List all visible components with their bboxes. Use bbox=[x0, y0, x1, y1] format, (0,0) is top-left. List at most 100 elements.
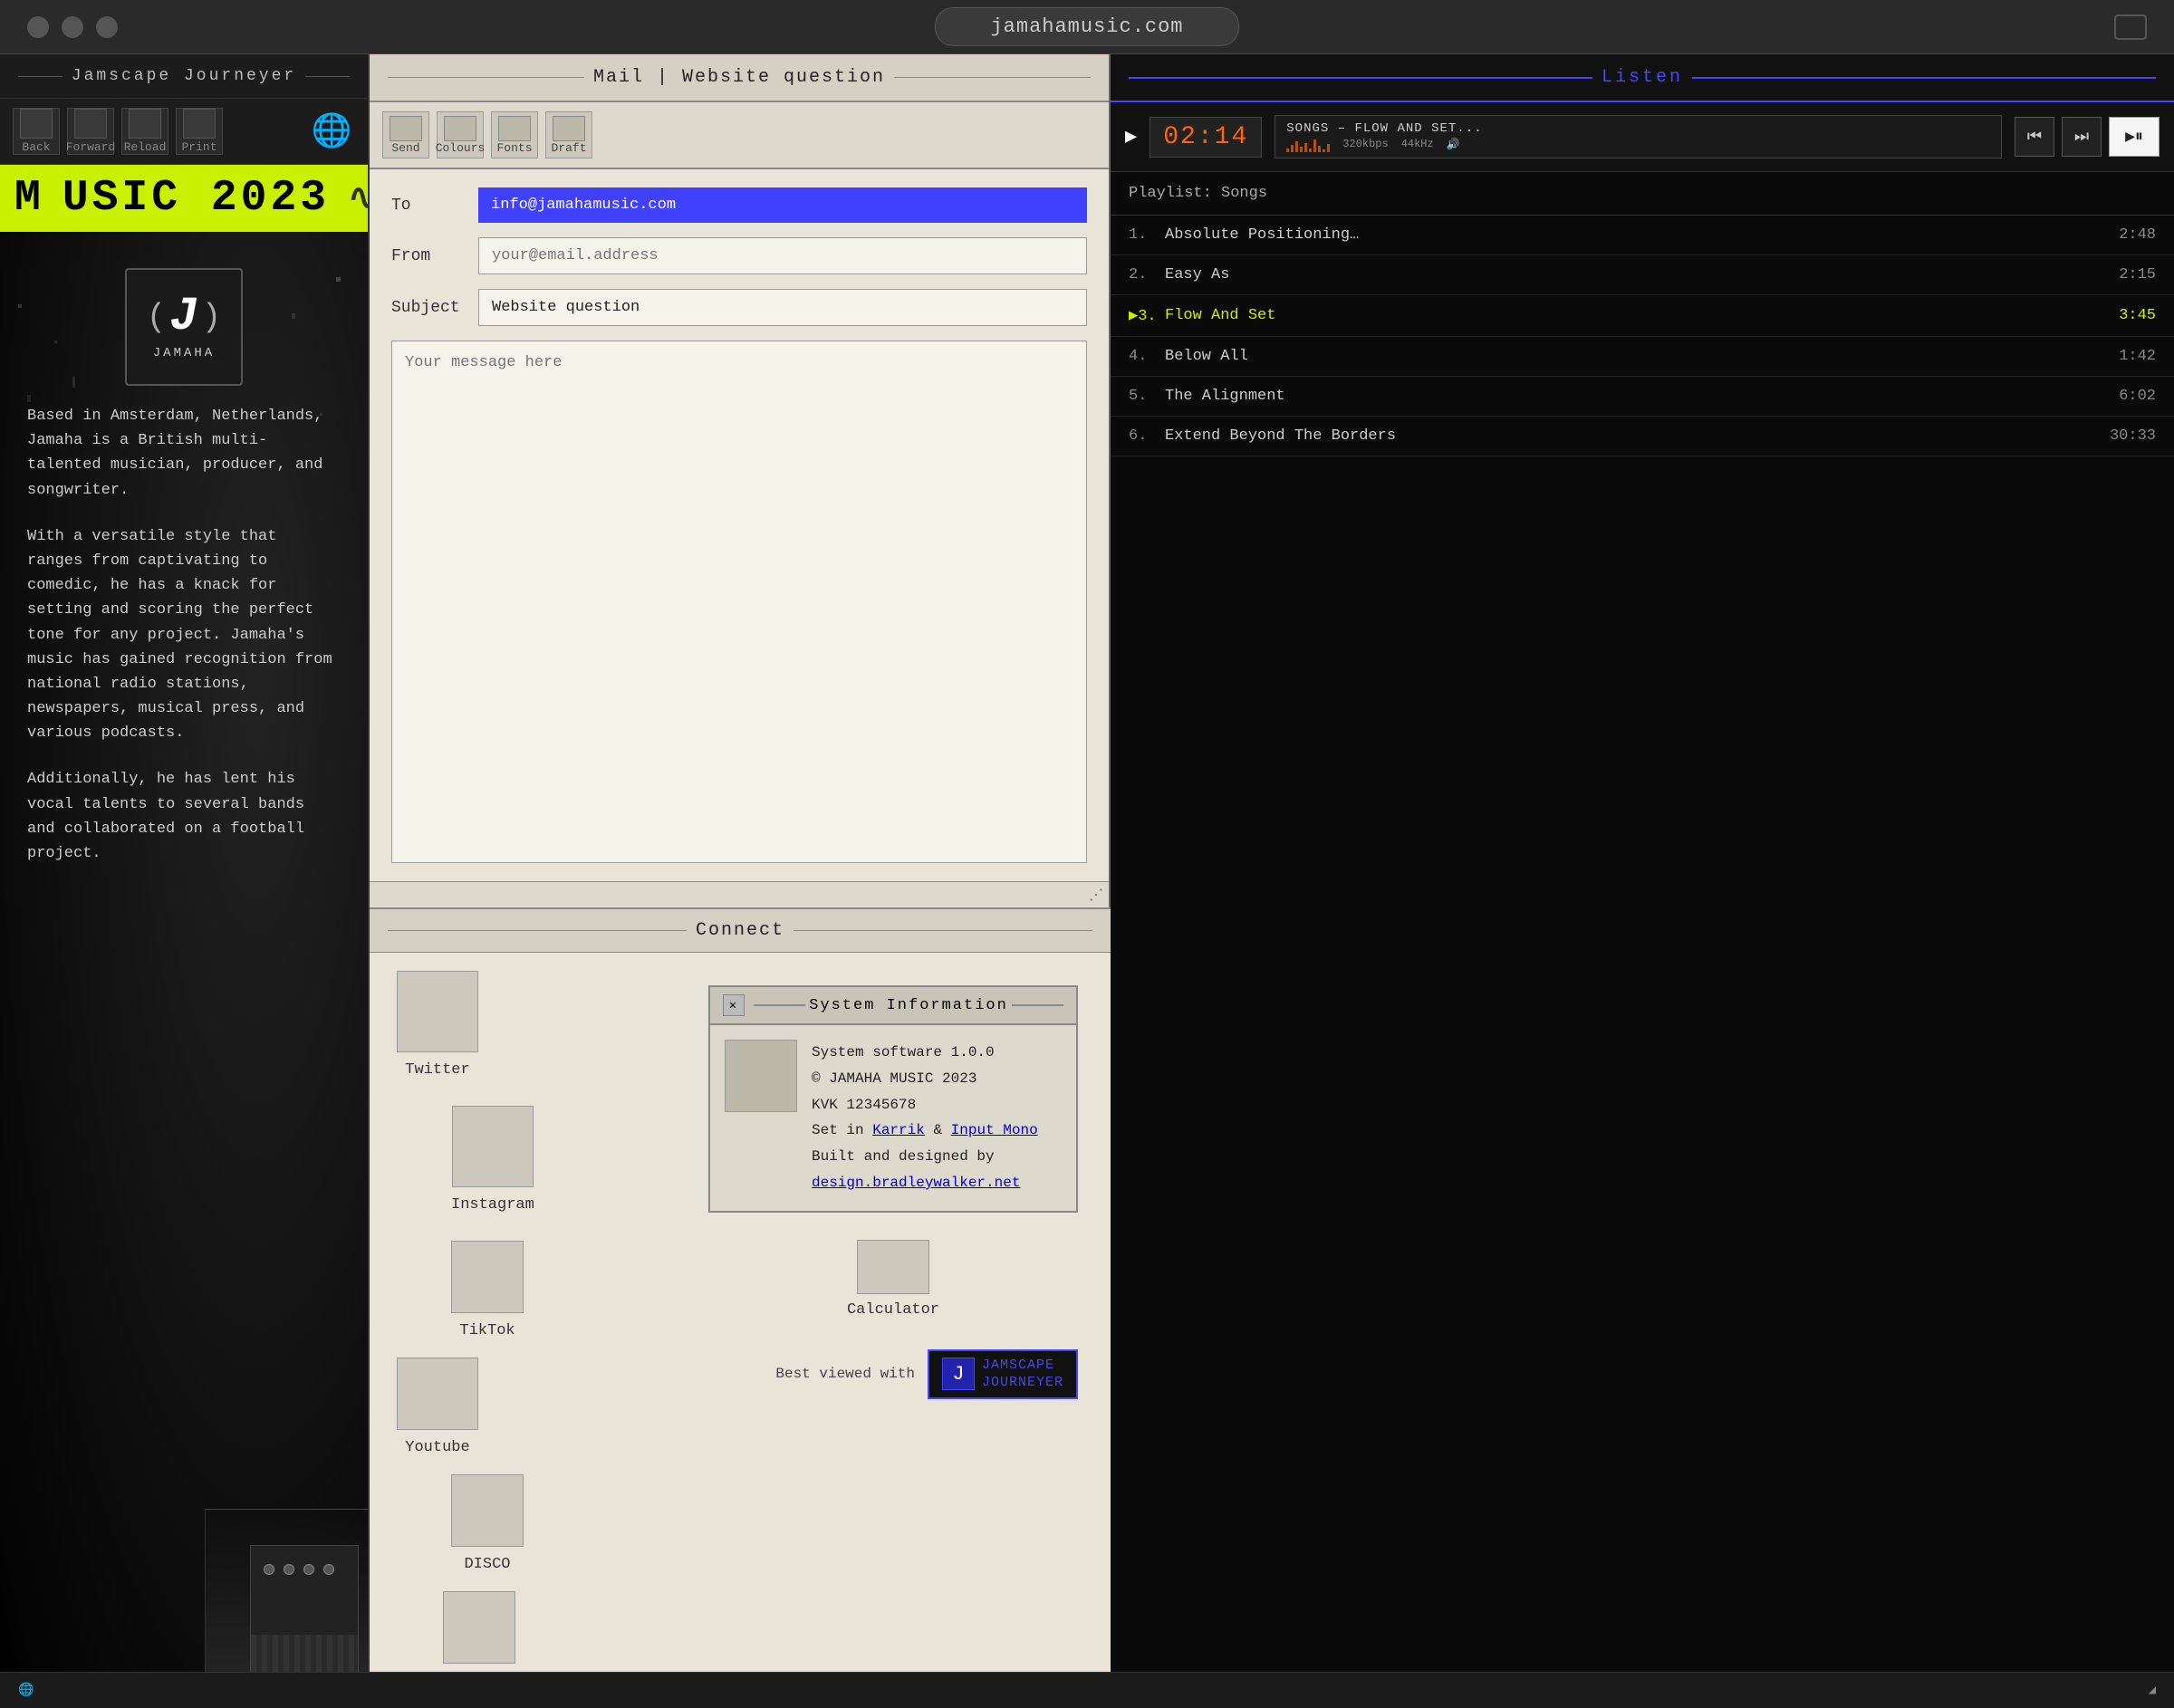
logo-left-bracket: ( bbox=[147, 299, 167, 336]
bio-para-1: Based in Amsterdam, Netherlands, Jamaha … bbox=[27, 404, 341, 503]
jamscape-badge[interactable]: J JAMSCAPE JOURNEYER bbox=[928, 1349, 1078, 1399]
play-pause-button[interactable]: ▶⏸ bbox=[2109, 117, 2160, 157]
track-name-5: The Alignment bbox=[1165, 388, 2119, 405]
play-icon: ▶ bbox=[1125, 125, 1137, 149]
track-duration-1: 2:48 bbox=[2119, 226, 2156, 244]
connect-title: Connect bbox=[696, 920, 784, 941]
track-5[interactable]: 5. The Alignment 6:02 bbox=[1111, 377, 2174, 417]
reload-button[interactable]: Reload bbox=[121, 108, 168, 155]
track-6[interactable]: 6. Extend Beyond The Borders 30:33 bbox=[1111, 417, 2174, 456]
message-textarea[interactable] bbox=[391, 341, 1087, 863]
colours-button[interactable]: Colours bbox=[437, 111, 484, 158]
jamaha-logo-area: ( J ) JAMAHA bbox=[0, 232, 368, 404]
window-resize-icon[interactable] bbox=[2114, 14, 2147, 40]
playlist-header: Playlist: Songs bbox=[1111, 172, 2174, 216]
nav-bar: Back Forward Reload Print 🌐 bbox=[0, 99, 368, 165]
calculator-area: Calculator bbox=[690, 1231, 1096, 1337]
listen-header: Listen bbox=[1111, 54, 2174, 102]
left-panel-title: Jamscape Journeyer bbox=[72, 67, 296, 85]
bio-para-3: Additionally, he has lent his vocal tale… bbox=[27, 767, 341, 866]
twitter-label: Twitter bbox=[405, 1061, 469, 1079]
track-duration-2: 2:15 bbox=[2119, 266, 2156, 283]
print-icon bbox=[183, 109, 216, 139]
tiktok-item[interactable]: TikTok bbox=[451, 1241, 524, 1339]
subject-row: Subject bbox=[391, 289, 1087, 326]
send-button[interactable]: Send bbox=[382, 111, 429, 158]
window-controls[interactable] bbox=[27, 16, 118, 38]
waveform-bar bbox=[1286, 149, 1289, 152]
waveform-bar bbox=[1309, 149, 1312, 152]
instagram-icon bbox=[452, 1106, 534, 1187]
tiktok-icon bbox=[451, 1241, 524, 1313]
track-num-6: 6. bbox=[1129, 427, 1165, 445]
track-3[interactable]: ▶3. Flow And Set 3:45 bbox=[1111, 295, 2174, 337]
sys-software: System software 1.0.0 bbox=[812, 1040, 1038, 1066]
globe-icon[interactable]: 🌐 bbox=[308, 108, 355, 155]
prev-button[interactable]: ⏮ bbox=[2015, 117, 2054, 157]
back-button[interactable]: Back bbox=[13, 108, 60, 155]
track-name-3: Flow And Set bbox=[1165, 307, 2119, 324]
fonts-button[interactable]: Fonts bbox=[491, 111, 538, 158]
sys-built-by: Built and designed by design.bradleywalk… bbox=[812, 1144, 1038, 1196]
twitter-item[interactable]: Twitter bbox=[397, 971, 478, 1079]
message-area-wrapper bbox=[391, 341, 1087, 863]
system-info-close-button[interactable]: ✕ bbox=[723, 994, 745, 1016]
line-right bbox=[1012, 1004, 1063, 1006]
sys-font1[interactable]: Karrik bbox=[872, 1122, 925, 1138]
track-num-1: 1. bbox=[1129, 226, 1165, 244]
sys-copyright: © JAMAHA MUSIC 2023 bbox=[812, 1066, 1038, 1092]
subject-label: Subject bbox=[391, 299, 464, 317]
bitrate: 320kbps bbox=[1342, 138, 1388, 150]
close-dot[interactable] bbox=[27, 16, 49, 38]
subject-input[interactable] bbox=[478, 289, 1087, 326]
fonts-label: Fonts bbox=[496, 141, 532, 155]
back-icon bbox=[20, 109, 53, 139]
badge-logo-icon: J bbox=[942, 1358, 975, 1390]
youtube-icon bbox=[397, 1358, 478, 1430]
from-input[interactable] bbox=[478, 237, 1087, 274]
track-num-5: 5. bbox=[1129, 388, 1165, 405]
badge-line1: JAMSCAPE bbox=[982, 1357, 1063, 1375]
draft-label: Draft bbox=[551, 141, 586, 155]
main-container: Jamscape Journeyer Back Forward Reload P… bbox=[0, 54, 2174, 1708]
sys-logo bbox=[725, 1040, 797, 1112]
track-name-6: Extend Beyond The Borders bbox=[1165, 427, 2110, 445]
to-input[interactable] bbox=[478, 187, 1087, 223]
waveform-bar bbox=[1291, 145, 1294, 152]
mail-panel: Mail | Website question Send Colours Fon… bbox=[370, 54, 1111, 907]
url-bar[interactable]: jamahamusic.com bbox=[935, 7, 1238, 46]
track-2[interactable]: 2. Easy As 2:15 bbox=[1111, 255, 2174, 295]
track-4[interactable]: 4. Below All 1:42 bbox=[1111, 337, 2174, 377]
knob-4 bbox=[323, 1564, 334, 1575]
send-icon bbox=[390, 116, 422, 141]
reload-icon bbox=[129, 109, 161, 139]
sys-designer-link[interactable]: design.bradleywalker.net bbox=[812, 1175, 1020, 1191]
badge-text: JAMSCAPE JOURNEYER bbox=[982, 1357, 1063, 1392]
instagram-item[interactable]: Instagram bbox=[451, 1106, 534, 1214]
minimize-dot[interactable] bbox=[62, 16, 83, 38]
player-title: SONGS – FLOW AND SET... bbox=[1286, 121, 1990, 136]
disco-item[interactable]: DISCO bbox=[451, 1474, 524, 1573]
track-name-4: Below All bbox=[1165, 348, 2119, 365]
sys-font2[interactable]: Input Mono bbox=[951, 1122, 1038, 1138]
resize-handle[interactable]: ⋰ bbox=[370, 881, 1109, 907]
right-panel: Listen ▶ 02:14 SONGS – FLOW AND SET... bbox=[1111, 54, 2174, 1708]
track-1[interactable]: 1. Absolute Positioning… 2:48 bbox=[1111, 216, 2174, 255]
calculator-icon[interactable] bbox=[857, 1240, 929, 1294]
player-meta: 320kbps 44kHz 🔊 bbox=[1286, 136, 1990, 152]
sys-font-sep: & bbox=[933, 1122, 942, 1138]
middle-section: Mail | Website question Send Colours Fon… bbox=[370, 54, 1111, 1708]
system-info-panel: ✕ System Information System software 1.0… bbox=[676, 953, 1111, 1708]
draft-button[interactable]: Draft bbox=[545, 111, 592, 158]
forward-button[interactable]: Forward bbox=[67, 108, 114, 155]
time-display: 02:14 bbox=[1150, 117, 1262, 158]
track-num-4: 4. bbox=[1129, 348, 1165, 365]
logo-right-bracket: ) bbox=[202, 299, 222, 336]
maximize-dot[interactable] bbox=[96, 16, 118, 38]
print-button[interactable]: Print bbox=[176, 108, 223, 155]
track-num-2: 2. bbox=[1129, 266, 1165, 283]
forward-icon bbox=[74, 109, 107, 139]
youtube-item[interactable]: Youtube bbox=[397, 1358, 478, 1456]
connect-grid: Twitter Instagram TikTok Youtube bbox=[370, 953, 676, 1708]
next-button[interactable]: ⏭ bbox=[2062, 117, 2102, 157]
